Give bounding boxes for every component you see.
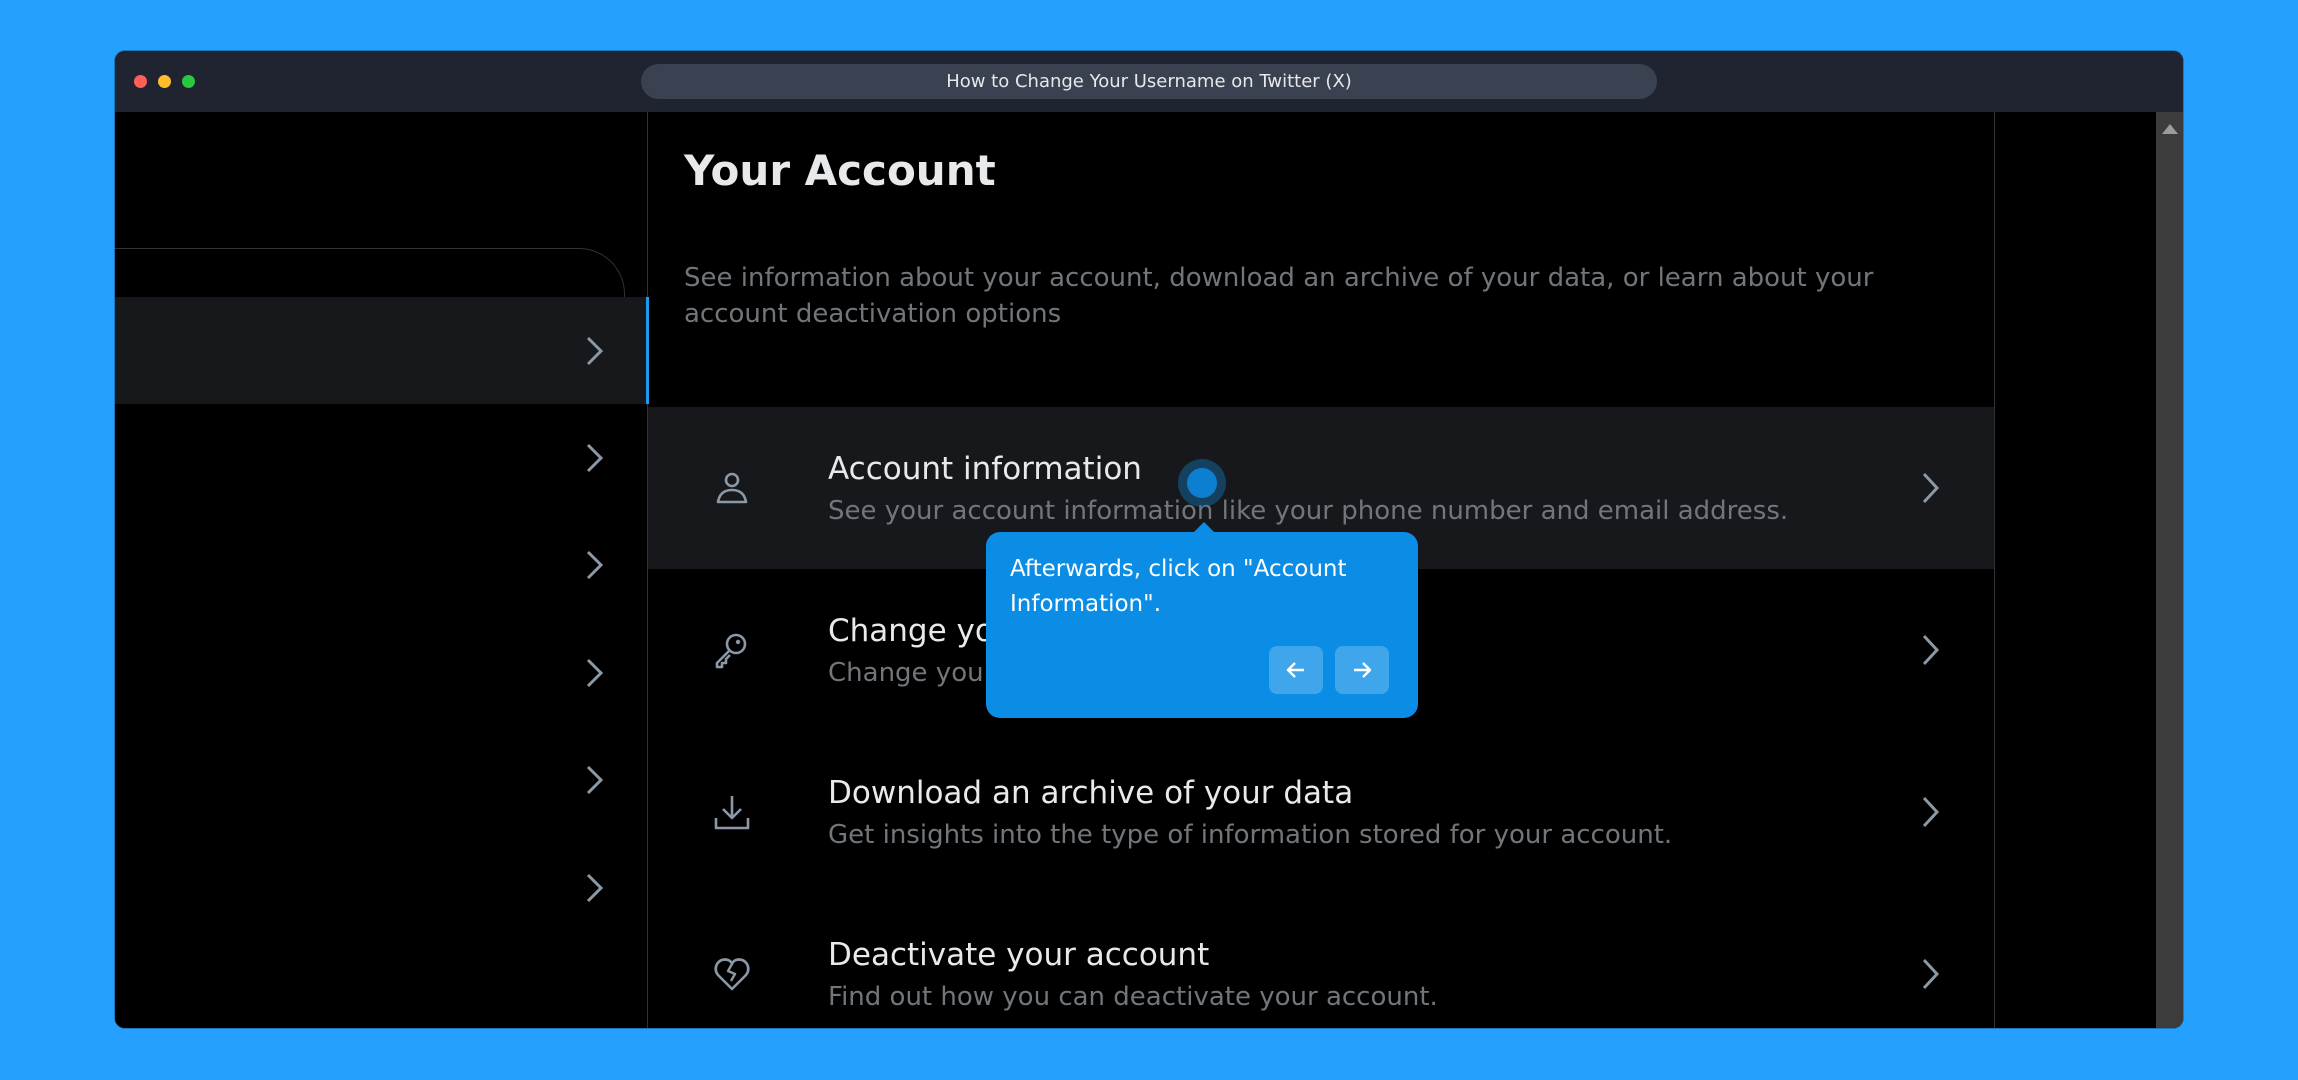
settings-item-subtitle: Find out how you can deactivate your acc…	[828, 982, 1438, 1012]
settings-item-title: Deactivate your account	[828, 937, 1210, 973]
settings-sidebar	[115, 112, 649, 1028]
close-window-button[interactable]	[134, 75, 147, 88]
page-title: Your Account	[684, 146, 996, 195]
settings-item-download-archive[interactable]: Download an archive of your data Get ins…	[648, 731, 1994, 893]
settings-item-title: Download an archive of your data	[828, 775, 1354, 811]
chevron-right-icon	[586, 765, 604, 795]
tooltip-pointer	[1194, 522, 1214, 532]
sidebar-item-your-account[interactable]	[115, 297, 649, 404]
settings-item-subtitle: Get insights into the type of informatio…	[828, 820, 1673, 850]
previous-step-button[interactable]	[1269, 646, 1323, 694]
key-icon	[715, 633, 747, 669]
chevron-right-icon	[586, 658, 604, 688]
broken-heart-icon	[714, 958, 750, 991]
sidebar-item[interactable]	[115, 511, 647, 618]
right-column	[1995, 112, 2156, 1028]
tooltip-text: Afterwards, click on "Account Informatio…	[1010, 556, 1347, 617]
address-bar[interactable]: How to Change Your Username on Twitter (…	[641, 64, 1657, 99]
chevron-right-icon	[1922, 472, 1940, 504]
sidebar-item[interactable]	[115, 404, 647, 511]
browser-window: How to Change Your Username on Twitter (…	[115, 51, 2183, 1028]
sidebar-item[interactable]	[115, 834, 647, 941]
person-icon	[716, 472, 748, 504]
guide-tooltip: Afterwards, click on "Account Informatio…	[986, 532, 1418, 718]
settings-item-subtitle: See your account information like your p…	[828, 496, 1789, 526]
chevron-right-icon	[586, 873, 604, 903]
chevron-right-icon	[586, 550, 604, 580]
minimize-window-button[interactable]	[158, 75, 171, 88]
tour-hotspot-dot[interactable]	[1187, 468, 1217, 498]
settings-item-deactivate-account[interactable]: Deactivate your account Find out how you…	[648, 893, 1994, 1028]
chevron-right-icon	[1922, 796, 1940, 828]
sidebar-item[interactable]	[115, 619, 647, 726]
sidebar-item[interactable]	[115, 726, 647, 833]
vertical-scrollbar[interactable]	[2156, 112, 2183, 1028]
arrow-left-icon	[1286, 662, 1304, 678]
chevron-right-icon	[586, 336, 604, 366]
settings-item-title: Account information	[828, 451, 1142, 487]
page-description: See information about your account, down…	[684, 263, 1874, 329]
scroll-up-arrow-icon[interactable]	[2162, 124, 2178, 134]
download-icon	[714, 796, 750, 830]
maximize-window-button[interactable]	[182, 75, 195, 88]
chevron-right-icon	[586, 443, 604, 473]
next-step-button[interactable]	[1335, 646, 1389, 694]
title-bar: How to Change Your Username on Twitter (…	[115, 51, 2183, 112]
chevron-right-icon	[1922, 958, 1940, 990]
chevron-right-icon	[1922, 634, 1940, 666]
arrow-right-icon	[1354, 662, 1372, 678]
page-content: Your Account See information about your …	[115, 112, 2183, 1028]
